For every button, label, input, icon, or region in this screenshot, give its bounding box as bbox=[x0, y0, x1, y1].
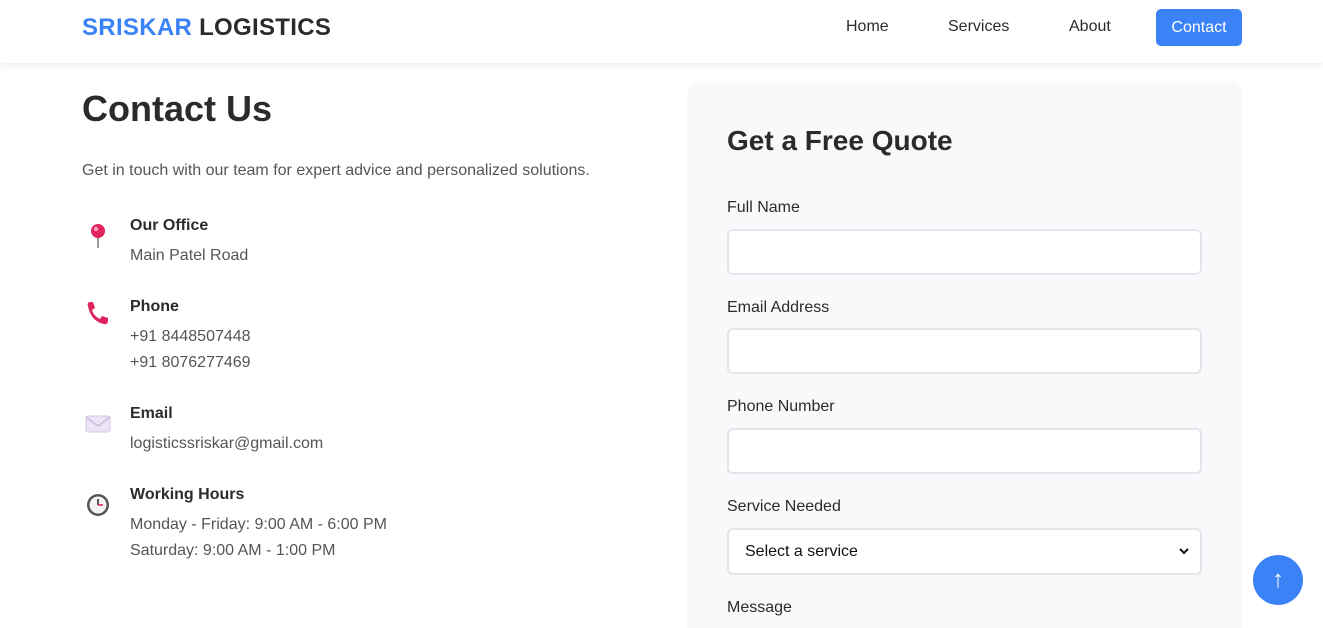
service-select[interactable]: Select a service bbox=[727, 528, 1202, 575]
phone-info: Phone +91 8448507448 +91 8076277469 bbox=[82, 298, 642, 378]
office-info: Our Office Main Patel Road bbox=[82, 217, 642, 277]
message-label: Message bbox=[727, 599, 792, 616]
quote-form-card: Get a Free Quote Full Name Email Address… bbox=[687, 81, 1242, 628]
hours-info: Working Hours Monday - Friday: 9:00 AM -… bbox=[82, 486, 642, 566]
full-name-label: Full Name bbox=[727, 199, 800, 216]
quote-form-title: Get a Free Quote bbox=[727, 125, 953, 156]
full-name-input[interactable] bbox=[727, 229, 1202, 275]
office-heading: Our Office bbox=[130, 217, 209, 234]
phone-icon bbox=[87, 302, 108, 325]
nav-home-link[interactable]: Home bbox=[846, 18, 889, 36]
phone-label: Phone Number bbox=[727, 398, 835, 415]
scroll-to-top-button[interactable]: ↑ bbox=[1253, 555, 1303, 605]
envelope-icon bbox=[85, 415, 111, 433]
phone-input[interactable] bbox=[727, 428, 1202, 474]
email-input[interactable] bbox=[727, 328, 1202, 374]
phone-number-2[interactable]: +91 8076277469 bbox=[130, 354, 251, 372]
service-select-value: Select a service bbox=[745, 543, 858, 560]
email-heading: Email bbox=[130, 405, 173, 422]
office-address: Main Patel Road bbox=[130, 247, 249, 264]
service-label: Service Needed bbox=[727, 498, 841, 515]
nav-about-link[interactable]: About bbox=[1069, 18, 1111, 36]
phone-number-1[interactable]: +91 8448507448 bbox=[130, 328, 251, 346]
page-intro: Get in touch with our team for expert ad… bbox=[82, 162, 590, 179]
clock-icon bbox=[87, 494, 109, 516]
brand-name-primary: SRISKAR bbox=[82, 14, 193, 41]
arrow-up-icon: ↑ bbox=[1272, 566, 1284, 593]
hours-saturday: Saturday: 9:00 AM - 1:00 PM bbox=[130, 542, 336, 559]
nav-services-link[interactable]: Services bbox=[948, 18, 1009, 36]
email-address[interactable]: logisticssriskar@gmail.com bbox=[130, 435, 323, 453]
nav-contact-button[interactable]: Contact bbox=[1156, 9, 1242, 46]
email-label: Email Address bbox=[727, 299, 830, 316]
brand-name-secondary: LOGISTICS bbox=[199, 14, 332, 41]
chevron-down-icon bbox=[1179, 548, 1189, 555]
site-header: SRISKAR LOGISTICS Home Services About Co… bbox=[0, 0, 1323, 63]
hours-heading: Working Hours bbox=[130, 486, 245, 503]
brand-logo[interactable]: SRISKAR LOGISTICS bbox=[82, 14, 331, 42]
page-title: Contact Us bbox=[82, 88, 273, 129]
email-info: Email logisticssriskar@gmail.com bbox=[82, 405, 642, 465]
phone-heading: Phone bbox=[130, 298, 179, 315]
hours-weekdays: Monday - Friday: 9:00 AM - 6:00 PM bbox=[130, 516, 387, 533]
pin-icon bbox=[91, 224, 105, 248]
